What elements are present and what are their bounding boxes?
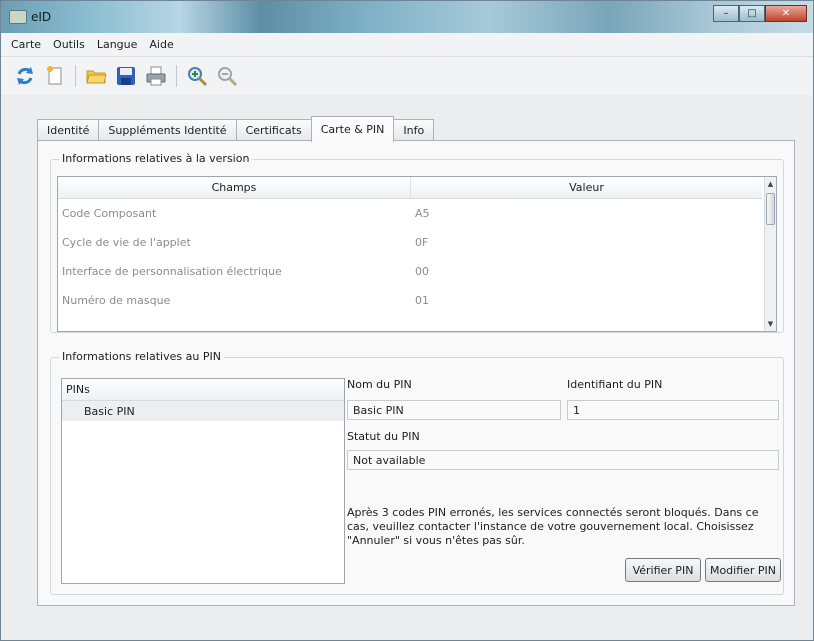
tab-info[interactable]: Info (393, 119, 435, 141)
maximize-icon: □ (747, 8, 757, 19)
minimize-icon: – (723, 8, 729, 19)
pin-name-label: Nom du PIN (347, 378, 412, 391)
toolbar-separator (176, 65, 177, 87)
cell-valeur: A5 (415, 207, 430, 220)
tab-bar: Identité Suppléments Identité Certificat… (37, 116, 435, 142)
save-icon (117, 67, 135, 85)
tab-supplements-identite[interactable]: Suppléments Identité (98, 119, 237, 141)
new-button[interactable] (43, 64, 67, 88)
pin-list: PINs Basic PIN (61, 378, 345, 584)
pin-warning-text: Après 3 codes PIN erronés, les services … (347, 506, 759, 547)
zoom-out-button[interactable] (215, 64, 239, 88)
zoom-in-button[interactable] (185, 64, 209, 88)
pin-id-label: Identifiant du PIN (567, 378, 663, 391)
new-file-icon (47, 66, 62, 85)
eid-app-icon (9, 10, 27, 24)
version-table: Champs Valeur Code Composant A5 Cycle de… (57, 176, 777, 332)
window-title: eID (31, 10, 52, 24)
cell-champ: Interface de personnalisation électrique (62, 265, 282, 278)
open-button[interactable] (84, 64, 108, 88)
app-window: eID – □ ✕ Carte Outils Langue Aide Ident… (0, 0, 814, 641)
toolbar-separator (75, 65, 76, 87)
cell-valeur: 00 (415, 265, 429, 278)
zoom-in-icon (188, 67, 208, 87)
pin-group-title: Informations relatives au PIN (59, 350, 224, 363)
refresh-icon (17, 67, 33, 85)
open-folder-icon (86, 70, 107, 84)
menu-bar: Carte Outils Langue Aide (1, 33, 813, 57)
version-table-header: Champs Valeur (58, 177, 762, 199)
version-group-title: Informations relatives à la version (59, 152, 253, 165)
table-row[interactable]: Cycle de vie de l'applet 0F (58, 228, 762, 257)
pin-group: Informations relatives au PIN PINs Basic… (50, 350, 784, 595)
close-button[interactable]: ✕ (765, 5, 807, 22)
toolbar (1, 57, 813, 95)
pin-status-label: Statut du PIN (347, 430, 420, 443)
cell-valeur: 0F (415, 236, 429, 249)
title-bar[interactable]: eID – □ ✕ (1, 1, 813, 33)
pin-list-item-basic[interactable]: Basic PIN (62, 401, 344, 421)
print-button[interactable] (144, 64, 168, 88)
minimize-button[interactable]: – (713, 5, 739, 22)
table-row[interactable]: Code Composant A5 (58, 199, 762, 228)
cell-champ: Code Composant (62, 207, 157, 220)
save-button[interactable] (114, 64, 138, 88)
tab-carte-pin[interactable]: Carte & PIN (310, 116, 395, 142)
zoom-out-icon (218, 67, 238, 87)
menu-carte[interactable]: Carte (11, 38, 41, 51)
maximize-button[interactable]: □ (739, 5, 765, 22)
version-table-scrollbar[interactable]: ▲ ▼ (764, 177, 776, 331)
version-table-body: Code Composant A5 Cycle de vie de l'appl… (58, 199, 762, 315)
menu-outils[interactable]: Outils (53, 38, 85, 51)
tab-identite[interactable]: Identité (37, 119, 100, 141)
print-icon (146, 66, 166, 86)
pin-list-header[interactable]: PINs (62, 379, 344, 401)
pin-status-field[interactable]: Not available (347, 450, 779, 470)
column-header-valeur[interactable]: Valeur (411, 177, 762, 198)
reload-button[interactable] (13, 64, 37, 88)
menu-langue[interactable]: Langue (97, 38, 138, 51)
cell-champ: Numéro de masque (62, 294, 171, 307)
pin-name-field[interactable]: Basic PIN (347, 400, 561, 420)
scroll-up-icon[interactable]: ▲ (765, 177, 776, 191)
cell-champ: Cycle de vie de l'applet (62, 236, 191, 249)
tab-certificats[interactable]: Certificats (235, 119, 312, 141)
cell-valeur: 01 (415, 294, 429, 307)
close-icon: ✕ (781, 8, 791, 19)
table-row[interactable]: Interface de personnalisation électrique… (58, 257, 762, 286)
scrollbar-thumb[interactable] (766, 193, 775, 225)
verify-pin-button[interactable]: Vérifier PIN (625, 558, 701, 582)
column-header-champs[interactable]: Champs (58, 177, 411, 198)
table-row[interactable]: Numéro de masque 01 (58, 286, 762, 315)
version-group: Informations relatives à la version Cham… (50, 152, 784, 333)
pin-id-field[interactable]: 1 (567, 400, 779, 420)
window-controls: – □ ✕ (713, 5, 807, 22)
menu-aide[interactable]: Aide (149, 38, 173, 51)
scroll-down-icon[interactable]: ▼ (765, 317, 776, 331)
modify-pin-button[interactable]: Modifier PIN (705, 558, 781, 582)
tab-panel-carte-pin: Informations relatives à la version Cham… (37, 140, 795, 606)
